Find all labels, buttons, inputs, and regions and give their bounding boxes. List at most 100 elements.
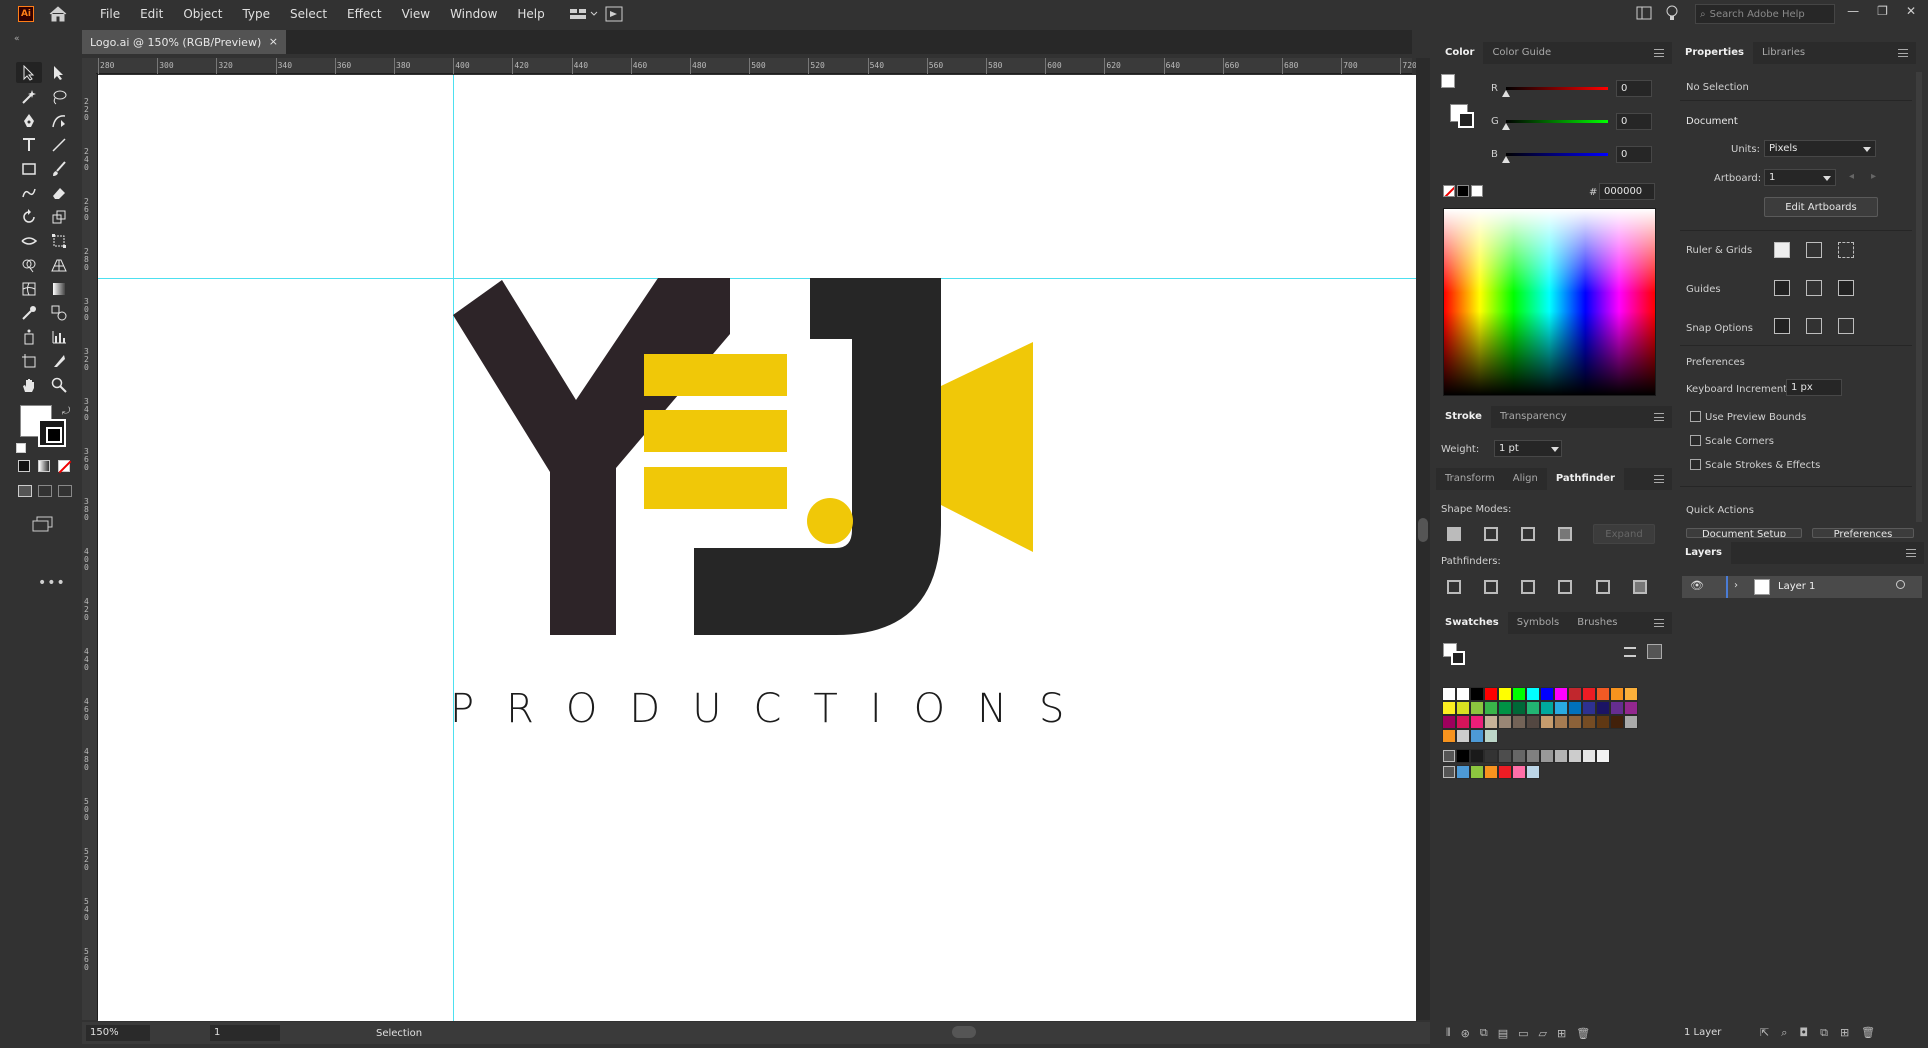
snap-to-point-icon[interactable] bbox=[1774, 318, 1790, 334]
artboard-dropdown-icon[interactable] bbox=[1823, 176, 1831, 181]
color-swatch[interactable] bbox=[1568, 701, 1582, 715]
r-slider[interactable] bbox=[1506, 87, 1608, 90]
color-mode-icon[interactable] bbox=[18, 460, 30, 472]
expand-layer-icon[interactable]: › bbox=[1734, 580, 1738, 591]
crop-icon[interactable] bbox=[1558, 580, 1572, 594]
vertical-scroll-thumb[interactable] bbox=[1418, 518, 1428, 542]
blend-tool-icon[interactable] bbox=[46, 302, 72, 323]
minus-back-icon[interactable] bbox=[1633, 580, 1647, 594]
status-mode[interactable]: Selection bbox=[376, 1028, 506, 1039]
expand-button[interactable]: Expand bbox=[1593, 524, 1655, 544]
color-swatch[interactable] bbox=[1526, 765, 1540, 779]
add-swatch-icon[interactable]: ⊞ bbox=[1557, 1027, 1566, 1040]
color-swatch[interactable] bbox=[1442, 729, 1456, 743]
r-value-input[interactable]: 0 bbox=[1616, 80, 1652, 97]
scale-tool-icon[interactable] bbox=[46, 206, 72, 227]
swatch-options-icon[interactable]: ⧉ bbox=[1480, 1026, 1488, 1040]
color-swatch[interactable] bbox=[1484, 749, 1498, 763]
document-tab[interactable]: Logo.ai @ 150% (RGB/Preview) × bbox=[82, 30, 286, 54]
visibility-eye-icon[interactable]: 👁 bbox=[1690, 579, 1704, 592]
draw-normal-icon[interactable] bbox=[18, 485, 32, 497]
screen-mode-icon[interactable] bbox=[32, 516, 54, 535]
preferences-button[interactable]: Preferences bbox=[1812, 528, 1914, 538]
shape-builder-tool-icon[interactable] bbox=[16, 254, 42, 275]
color-swatch[interactable] bbox=[1554, 715, 1568, 729]
draw-behind-icon[interactable] bbox=[38, 485, 52, 497]
menu-effect[interactable]: Effect bbox=[337, 0, 392, 28]
perspective-grid-tool-icon[interactable] bbox=[46, 254, 72, 275]
color-swatch[interactable] bbox=[1554, 701, 1568, 715]
color-swatch[interactable] bbox=[1512, 701, 1526, 715]
line-segment-tool-icon[interactable] bbox=[46, 134, 72, 155]
gradient-mode-icon[interactable] bbox=[38, 460, 50, 472]
swatches-stroke-icon[interactable] bbox=[1451, 651, 1465, 665]
g-slider[interactable] bbox=[1506, 120, 1608, 123]
color-swatch[interactable] bbox=[1470, 729, 1484, 743]
color-swatch[interactable] bbox=[1554, 687, 1568, 701]
fill-stroke-swatches[interactable] bbox=[20, 405, 66, 447]
color-swatch[interactable] bbox=[1470, 701, 1484, 715]
scale-corners-checkbox[interactable] bbox=[1690, 435, 1701, 446]
color-stroke-square[interactable] bbox=[1458, 112, 1474, 128]
grid-view-icon[interactable] bbox=[1647, 644, 1662, 659]
draw-inside-icon[interactable] bbox=[58, 485, 72, 497]
tab-transform[interactable]: Transform bbox=[1436, 468, 1504, 490]
mesh-tool-icon[interactable] bbox=[16, 278, 42, 299]
pathfinder-panel-menu-icon[interactable] bbox=[1654, 475, 1664, 483]
black-swatch[interactable] bbox=[1457, 185, 1469, 197]
tab-layers[interactable]: Layers bbox=[1676, 542, 1731, 564]
color-spectrum[interactable] bbox=[1443, 208, 1656, 396]
hand-tool-icon[interactable] bbox=[16, 374, 42, 395]
show-kinds-icon[interactable]: ⊛ bbox=[1461, 1027, 1470, 1040]
delete-swatch-icon[interactable]: 🗑 bbox=[1576, 1027, 1590, 1040]
b-slider[interactable] bbox=[1506, 153, 1608, 156]
slice-tool-icon[interactable] bbox=[46, 350, 72, 371]
keyboard-increment-input[interactable]: 1 px bbox=[1786, 379, 1842, 396]
color-swatch[interactable] bbox=[1498, 749, 1512, 763]
r-slider-thumb[interactable] bbox=[1502, 90, 1510, 97]
color-swatch[interactable] bbox=[1582, 687, 1596, 701]
menu-edit[interactable]: Edit bbox=[130, 0, 173, 28]
horizontal-scroll-thumb[interactable] bbox=[952, 1026, 976, 1038]
zoom-tool-icon[interactable] bbox=[46, 374, 72, 395]
color-swatch[interactable] bbox=[1456, 687, 1470, 701]
tab-stroke[interactable]: Stroke bbox=[1436, 406, 1491, 428]
rotate-tool-icon[interactable] bbox=[16, 206, 42, 227]
color-swatch[interactable] bbox=[1484, 715, 1498, 729]
artboard-tool-icon[interactable] bbox=[16, 350, 42, 371]
color-swatch[interactable] bbox=[1568, 715, 1582, 729]
new-layer-icon[interactable]: ⊞ bbox=[1840, 1026, 1849, 1040]
color-swatch[interactable] bbox=[1526, 749, 1540, 763]
tab-libraries[interactable]: Libraries bbox=[1753, 42, 1814, 64]
menu-file[interactable]: File bbox=[90, 0, 130, 28]
tab-swatches[interactable]: Swatches bbox=[1436, 612, 1508, 634]
collapse-toolbar-icon[interactable]: « bbox=[14, 34, 20, 44]
units-select[interactable]: Pixels bbox=[1764, 140, 1876, 157]
gradient-tool-icon[interactable] bbox=[46, 278, 72, 299]
divide-icon[interactable] bbox=[1447, 580, 1461, 594]
type-tool-icon[interactable] bbox=[16, 134, 42, 155]
paintbrush-tool-icon[interactable] bbox=[46, 158, 72, 179]
vertical-ruler[interactable]: 220 240 260 280 300 320 340 360 380 400 420 440 460 4… bbox=[82, 74, 98, 1020]
column-graph-tool-icon[interactable] bbox=[46, 326, 72, 347]
color-swatch[interactable] bbox=[1456, 715, 1470, 729]
ruler-icon[interactable] bbox=[1774, 242, 1790, 258]
tab-pathfinder[interactable]: Pathfinder bbox=[1546, 468, 1624, 490]
color-swatch[interactable] bbox=[1456, 765, 1470, 779]
arrange-documents-icon[interactable] bbox=[569, 7, 599, 21]
menu-window[interactable]: Window bbox=[440, 0, 507, 28]
logo-dot[interactable] bbox=[807, 498, 853, 544]
color-swatch[interactable] bbox=[1442, 687, 1456, 701]
horizontal-ruler[interactable]: 280 300 320 340 360 380 400 420 440 460 480 500 520 5… bbox=[96, 58, 1417, 74]
color-swatch[interactable] bbox=[1596, 701, 1610, 715]
none-swatch[interactable] bbox=[1443, 185, 1455, 197]
color-swatch[interactable] bbox=[1498, 715, 1512, 729]
tab-color-guide[interactable]: Color Guide bbox=[1483, 42, 1560, 64]
home-icon[interactable] bbox=[48, 5, 68, 23]
show-guides-icon[interactable] bbox=[1774, 280, 1790, 296]
white-swatch[interactable] bbox=[1471, 185, 1483, 197]
color-swatch[interactable] bbox=[1526, 687, 1540, 701]
tab-color[interactable]: Color bbox=[1436, 42, 1484, 64]
direct-selection-tool-icon[interactable] bbox=[46, 62, 72, 83]
stroke-swatch[interactable] bbox=[38, 419, 66, 447]
